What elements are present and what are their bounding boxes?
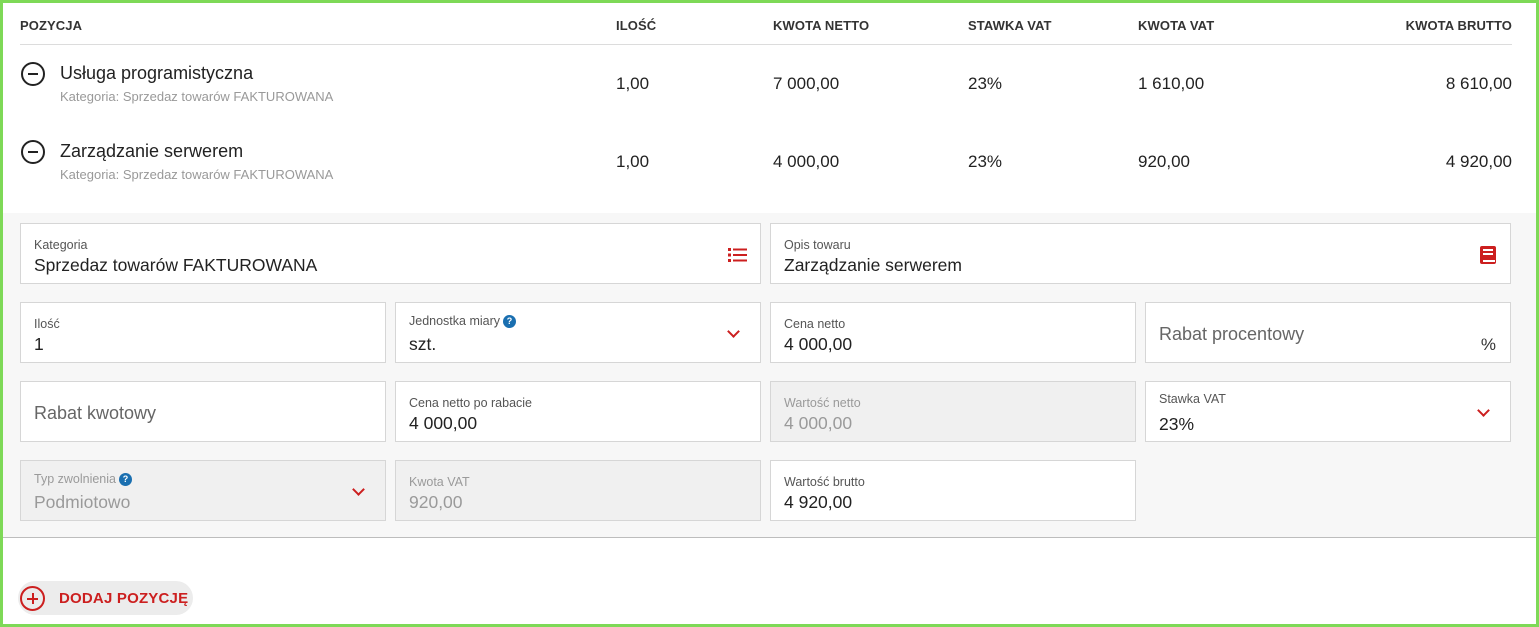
percent-discount-field[interactable]: Rabat procentowy % <box>1145 302 1511 363</box>
plus-circle-icon <box>20 586 45 611</box>
row-vat-rate: 23% <box>968 74 1003 93</box>
row-gross-amount: 8 610,00 <box>1445 74 1512 93</box>
net-price-after-discount-field[interactable]: Cena netto po rabacie 4 000,00 <box>395 381 761 442</box>
quantity-value: 1 <box>34 334 44 354</box>
header-gross-amount: KWOTA BRUTTO <box>1405 18 1512 33</box>
net-price-value: 4 000,00 <box>784 334 853 354</box>
category-field[interactable]: Kategoria Sprzedaz towarów FAKTUROWANA <box>20 223 761 284</box>
description-field[interactable]: Opis towaru Zarządzanie serwerem <box>770 223 1511 284</box>
row-net-amount: 7 000,00 <box>773 74 840 93</box>
percent-discount-placeholder: Rabat procentowy <box>1159 324 1305 344</box>
percent-suffix: % <box>1480 335 1496 354</box>
row-name: Zarządzanie serwerem <box>60 141 244 161</box>
header-vat-rate: STAWKA VAT <box>968 18 1052 33</box>
quantity-label: Ilość <box>34 317 60 331</box>
row-vat-rate: 23% <box>968 152 1003 171</box>
row-category: Kategoria: Sprzedaz towarów FAKTUROWANA <box>60 167 334 182</box>
net-price-field[interactable]: Cena netto 4 000,00 <box>770 302 1136 363</box>
net-price-after-discount-label: Cena netto po rabacie <box>409 396 533 410</box>
row-vat-amount: 920,00 <box>1138 152 1190 171</box>
row-category: Kategoria: Sprzedaz towarów FAKTUROWANA <box>60 89 334 104</box>
description-value: Zarządzanie serwerem <box>784 255 962 275</box>
vat-rate-value: 23% <box>1159 414 1195 434</box>
remove-row-icon[interactable] <box>21 62 45 86</box>
net-price-after-discount-value: 4 000,00 <box>409 413 478 433</box>
table-row[interactable]: Zarządzanie serwerem Kategoria: Sprzedaz… <box>0 126 1539 204</box>
list-icon[interactable] <box>728 247 747 263</box>
net-value-field: Wartość netto 4 000,00 <box>770 381 1136 442</box>
gross-value-value: 4 920,00 <box>784 492 853 512</box>
exemption-type-value: Podmiotowo <box>34 492 131 512</box>
vat-amount-field: Kwota VAT 920,00 <box>395 460 761 521</box>
quantity-field[interactable]: Ilość 1 <box>20 302 386 363</box>
unit-value: szt. <box>409 334 437 354</box>
row-name: Usługa programistyczna <box>60 63 254 83</box>
vat-rate-select[interactable]: Stawka VAT 23% <box>1145 381 1511 442</box>
table-row[interactable]: Usługa programistyczna Kategoria: Sprzed… <box>0 48 1539 126</box>
row-quantity: 1,00 <box>616 74 650 93</box>
chevron-down-icon[interactable] <box>352 483 365 496</box>
net-value-value: 4 000,00 <box>784 413 853 433</box>
row-quantity: 1,00 <box>616 152 650 171</box>
vat-amount-label: Kwota VAT <box>409 475 470 489</box>
unit-select[interactable]: Jednostka miary? szt. <box>395 302 761 363</box>
header-quantity: ILOŚĆ <box>616 18 657 33</box>
add-position-label: DODAJ POZYCJĘ <box>59 590 189 607</box>
amount-discount-field[interactable]: Rabat kwotowy <box>20 381 386 442</box>
gross-value-field[interactable]: Wartość brutto 4 920,00 <box>770 460 1136 521</box>
category-value: Sprzedaz towarów FAKTUROWANA <box>34 255 318 275</box>
chevron-down-icon[interactable] <box>1477 404 1490 417</box>
exemption-type-select: Typ zwolnienia? Podmiotowo <box>20 460 386 521</box>
net-price-label: Cena netto <box>784 317 846 331</box>
vat-rate-label: Stawka VAT <box>1159 392 1226 406</box>
unit-label: Jednostka miary <box>409 314 501 328</box>
add-position-button[interactable]: DODAJ POZYCJĘ <box>18 581 193 615</box>
row-net-amount: 4 000,00 <box>773 152 840 171</box>
row-vat-amount: 1 610,00 <box>1138 74 1205 93</box>
header-position: POZYCJA <box>20 18 83 33</box>
row-gross-amount: 4 920,00 <box>1445 152 1512 171</box>
help-icon[interactable]: ? <box>503 315 517 328</box>
chevron-down-icon[interactable] <box>727 325 740 338</box>
header-vat-amount: KWOTA VAT <box>1138 18 1215 33</box>
gross-value-label: Wartość brutto <box>784 475 865 489</box>
remove-row-icon[interactable] <box>21 140 45 164</box>
vat-amount-value: 920,00 <box>409 492 463 512</box>
amount-discount-placeholder: Rabat kwotowy <box>34 403 157 423</box>
help-icon[interactable]: ? <box>119 473 132 486</box>
category-label: Kategoria <box>34 238 88 252</box>
table-header: POZYCJA ILOŚĆ KWOTA NETTO STAWKA VAT KWO… <box>20 0 1512 45</box>
exemption-type-label: Typ zwolnienia <box>34 472 116 486</box>
net-value-label: Wartość netto <box>784 396 861 410</box>
header-net-amount: KWOTA NETTO <box>773 18 870 33</box>
book-icon[interactable] <box>1480 246 1496 264</box>
description-label: Opis towaru <box>784 238 851 252</box>
position-editor: Kategoria Sprzedaz towarów FAKTUROWANA O… <box>3 213 1536 538</box>
